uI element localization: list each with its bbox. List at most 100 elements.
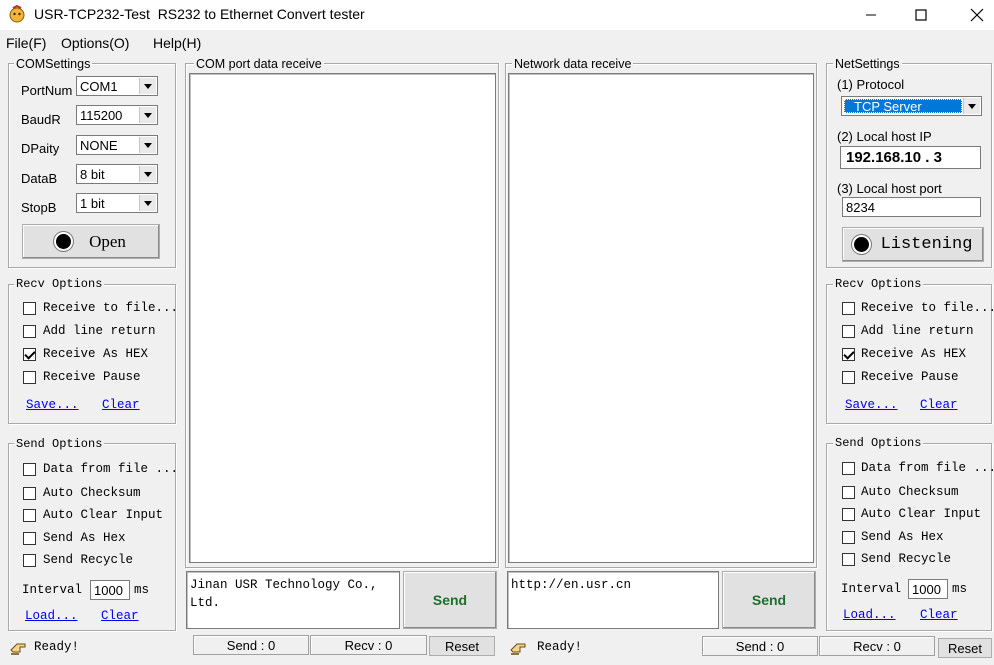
stopbits-value: 1 bit	[80, 196, 105, 211]
com-send-button[interactable]: Send	[403, 571, 497, 629]
left-interval-unit: ms	[134, 583, 150, 597]
right-send-clear-link[interactable]: Clear	[920, 608, 958, 622]
chevron-down-icon	[139, 195, 156, 211]
right-send-recycle-checkbox[interactable]	[842, 553, 855, 566]
right-interval-unit: ms	[952, 582, 968, 596]
net-send-button-label: Send	[751, 592, 787, 608]
local-port-input[interactable]: 8234	[842, 197, 981, 217]
net-settings-title: NetSettings	[833, 57, 902, 71]
record-icon	[56, 234, 72, 249]
left-recv-to-file-checkbox[interactable]	[23, 302, 36, 315]
hand-icon	[509, 638, 529, 656]
baudrate-label: BaudR	[21, 112, 61, 127]
portnum-label: PortNum	[21, 83, 73, 98]
baudrate-select[interactable]: 115200	[76, 105, 158, 125]
com-send-button-label: Send	[432, 592, 468, 608]
right-reset-button[interactable]: Reset	[938, 638, 992, 658]
right-recv-to-file-checkbox[interactable]	[842, 302, 855, 315]
left-auto-checksum-checkbox[interactable]	[23, 487, 36, 500]
left-send-as-hex-label: Send As Hex	[43, 531, 126, 545]
left-send-recycle-checkbox[interactable]	[23, 554, 36, 567]
net-send-button[interactable]: Send	[722, 571, 816, 629]
left-status-ready: Ready!	[34, 640, 80, 654]
databits-value: 8 bit	[80, 167, 105, 182]
left-send-as-hex-checkbox[interactable]	[23, 532, 36, 545]
left-interval-label: Interval	[22, 583, 83, 597]
stopbits-select[interactable]: 1 bit	[76, 193, 158, 213]
protocol-value: TCP Server	[854, 99, 922, 114]
right-send-counter: Send : 0	[702, 636, 818, 656]
right-load-link[interactable]: Load...	[843, 608, 896, 622]
left-auto-checksum-label: Auto Checksum	[43, 486, 141, 500]
right-data-from-file-checkbox[interactable]	[842, 462, 855, 475]
left-recv-as-hex-label: Receive As HEX	[43, 347, 149, 361]
left-recv-as-hex-checkbox[interactable]	[23, 348, 36, 361]
right-recv-clear-link[interactable]: Clear	[920, 398, 958, 412]
right-add-line-return-label: Add line return	[861, 324, 974, 338]
record-icon	[853, 237, 869, 252]
maximize-icon	[915, 9, 927, 21]
listening-button[interactable]: Listening	[842, 227, 984, 262]
net-receive-textarea[interactable]	[508, 73, 814, 563]
left-recv-clear-link[interactable]: Clear	[102, 398, 140, 412]
com-send-input[interactable]: Jinan USR Technology Co., Ltd.	[186, 571, 400, 629]
right-recv-counter: Recv : 0	[819, 636, 935, 656]
maximize-button[interactable]	[898, 0, 944, 30]
open-button[interactable]: Open	[22, 224, 160, 259]
right-interval-input[interactable]: 1000	[908, 579, 948, 599]
right-auto-checksum-checkbox[interactable]	[842, 486, 855, 499]
left-send-counter: Send : 0	[193, 635, 309, 655]
protocol-select[interactable]: TCP Server	[841, 96, 982, 116]
left-send-clear-link[interactable]: Clear	[101, 609, 139, 623]
close-button[interactable]	[954, 0, 994, 30]
com-send-text-line1: Jinan USR Technology Co.,	[190, 578, 378, 592]
baudrate-value: 115200	[80, 108, 123, 123]
left-recv-options-title: Recv Options	[14, 277, 105, 291]
chevron-down-icon	[139, 166, 156, 182]
close-icon	[970, 8, 984, 22]
left-interval-input[interactable]: 1000	[90, 580, 130, 600]
portnum-value: COM1	[80, 79, 118, 94]
left-recv-counter: Recv : 0	[310, 635, 427, 655]
left-recv-pause-label: Receive Pause	[43, 370, 141, 384]
minimize-button[interactable]	[848, 0, 894, 30]
hand-icon	[9, 638, 29, 656]
listening-button-label: Listening	[880, 235, 973, 254]
left-data-from-file-label: Data from file ...	[43, 462, 179, 476]
net-send-input[interactable]: http://en.usr.cn	[507, 571, 719, 629]
right-add-line-return-checkbox[interactable]	[842, 325, 855, 338]
left-recv-pause-checkbox[interactable]	[23, 371, 36, 384]
stopbits-label: StopB	[21, 200, 57, 215]
minimize-icon	[866, 14, 876, 16]
chevron-down-icon	[963, 98, 980, 114]
right-status-ready: Ready!	[537, 640, 583, 654]
right-recv-to-file-label: Receive to file...	[861, 301, 994, 315]
local-ip-input[interactable]: 192.168.10 . 3	[840, 146, 981, 169]
databits-select[interactable]: 8 bit	[76, 164, 158, 184]
right-send-as-hex-checkbox[interactable]	[842, 531, 855, 544]
menu-options[interactable]: Options(O)	[61, 35, 129, 51]
menu-file[interactable]: File(F)	[6, 35, 46, 51]
left-load-link[interactable]: Load...	[25, 609, 78, 623]
window-title: USR-TCP232-Test RS232 to Ethernet Conver…	[34, 6, 365, 22]
right-recv-as-hex-checkbox[interactable]	[842, 348, 855, 361]
chevron-down-icon	[139, 107, 156, 123]
right-save-link[interactable]: Save...	[845, 398, 898, 412]
parity-select[interactable]: NONE	[76, 135, 158, 155]
left-data-from-file-checkbox[interactable]	[23, 463, 36, 476]
right-auto-checksum-label: Auto Checksum	[861, 485, 959, 499]
left-reset-button[interactable]: Reset	[429, 636, 495, 656]
right-recv-pause-checkbox[interactable]	[842, 371, 855, 384]
left-recv-to-file-label: Receive to file...	[43, 301, 179, 315]
com-receive-textarea[interactable]	[189, 73, 496, 563]
net-send-text: http://en.usr.cn	[511, 578, 632, 592]
menu-help[interactable]: Help(H)	[153, 35, 201, 51]
left-save-link[interactable]: Save...	[26, 398, 79, 412]
left-auto-clear-input-checkbox[interactable]	[23, 509, 36, 522]
com-settings-title: COMSettings	[14, 57, 93, 71]
right-auto-clear-input-checkbox[interactable]	[842, 508, 855, 521]
left-add-line-return-checkbox[interactable]	[23, 325, 36, 338]
left-send-options-title: Send Options	[14, 437, 105, 451]
right-recv-options-title: Recv Options	[833, 277, 924, 291]
portnum-select[interactable]: COM1	[76, 76, 158, 96]
